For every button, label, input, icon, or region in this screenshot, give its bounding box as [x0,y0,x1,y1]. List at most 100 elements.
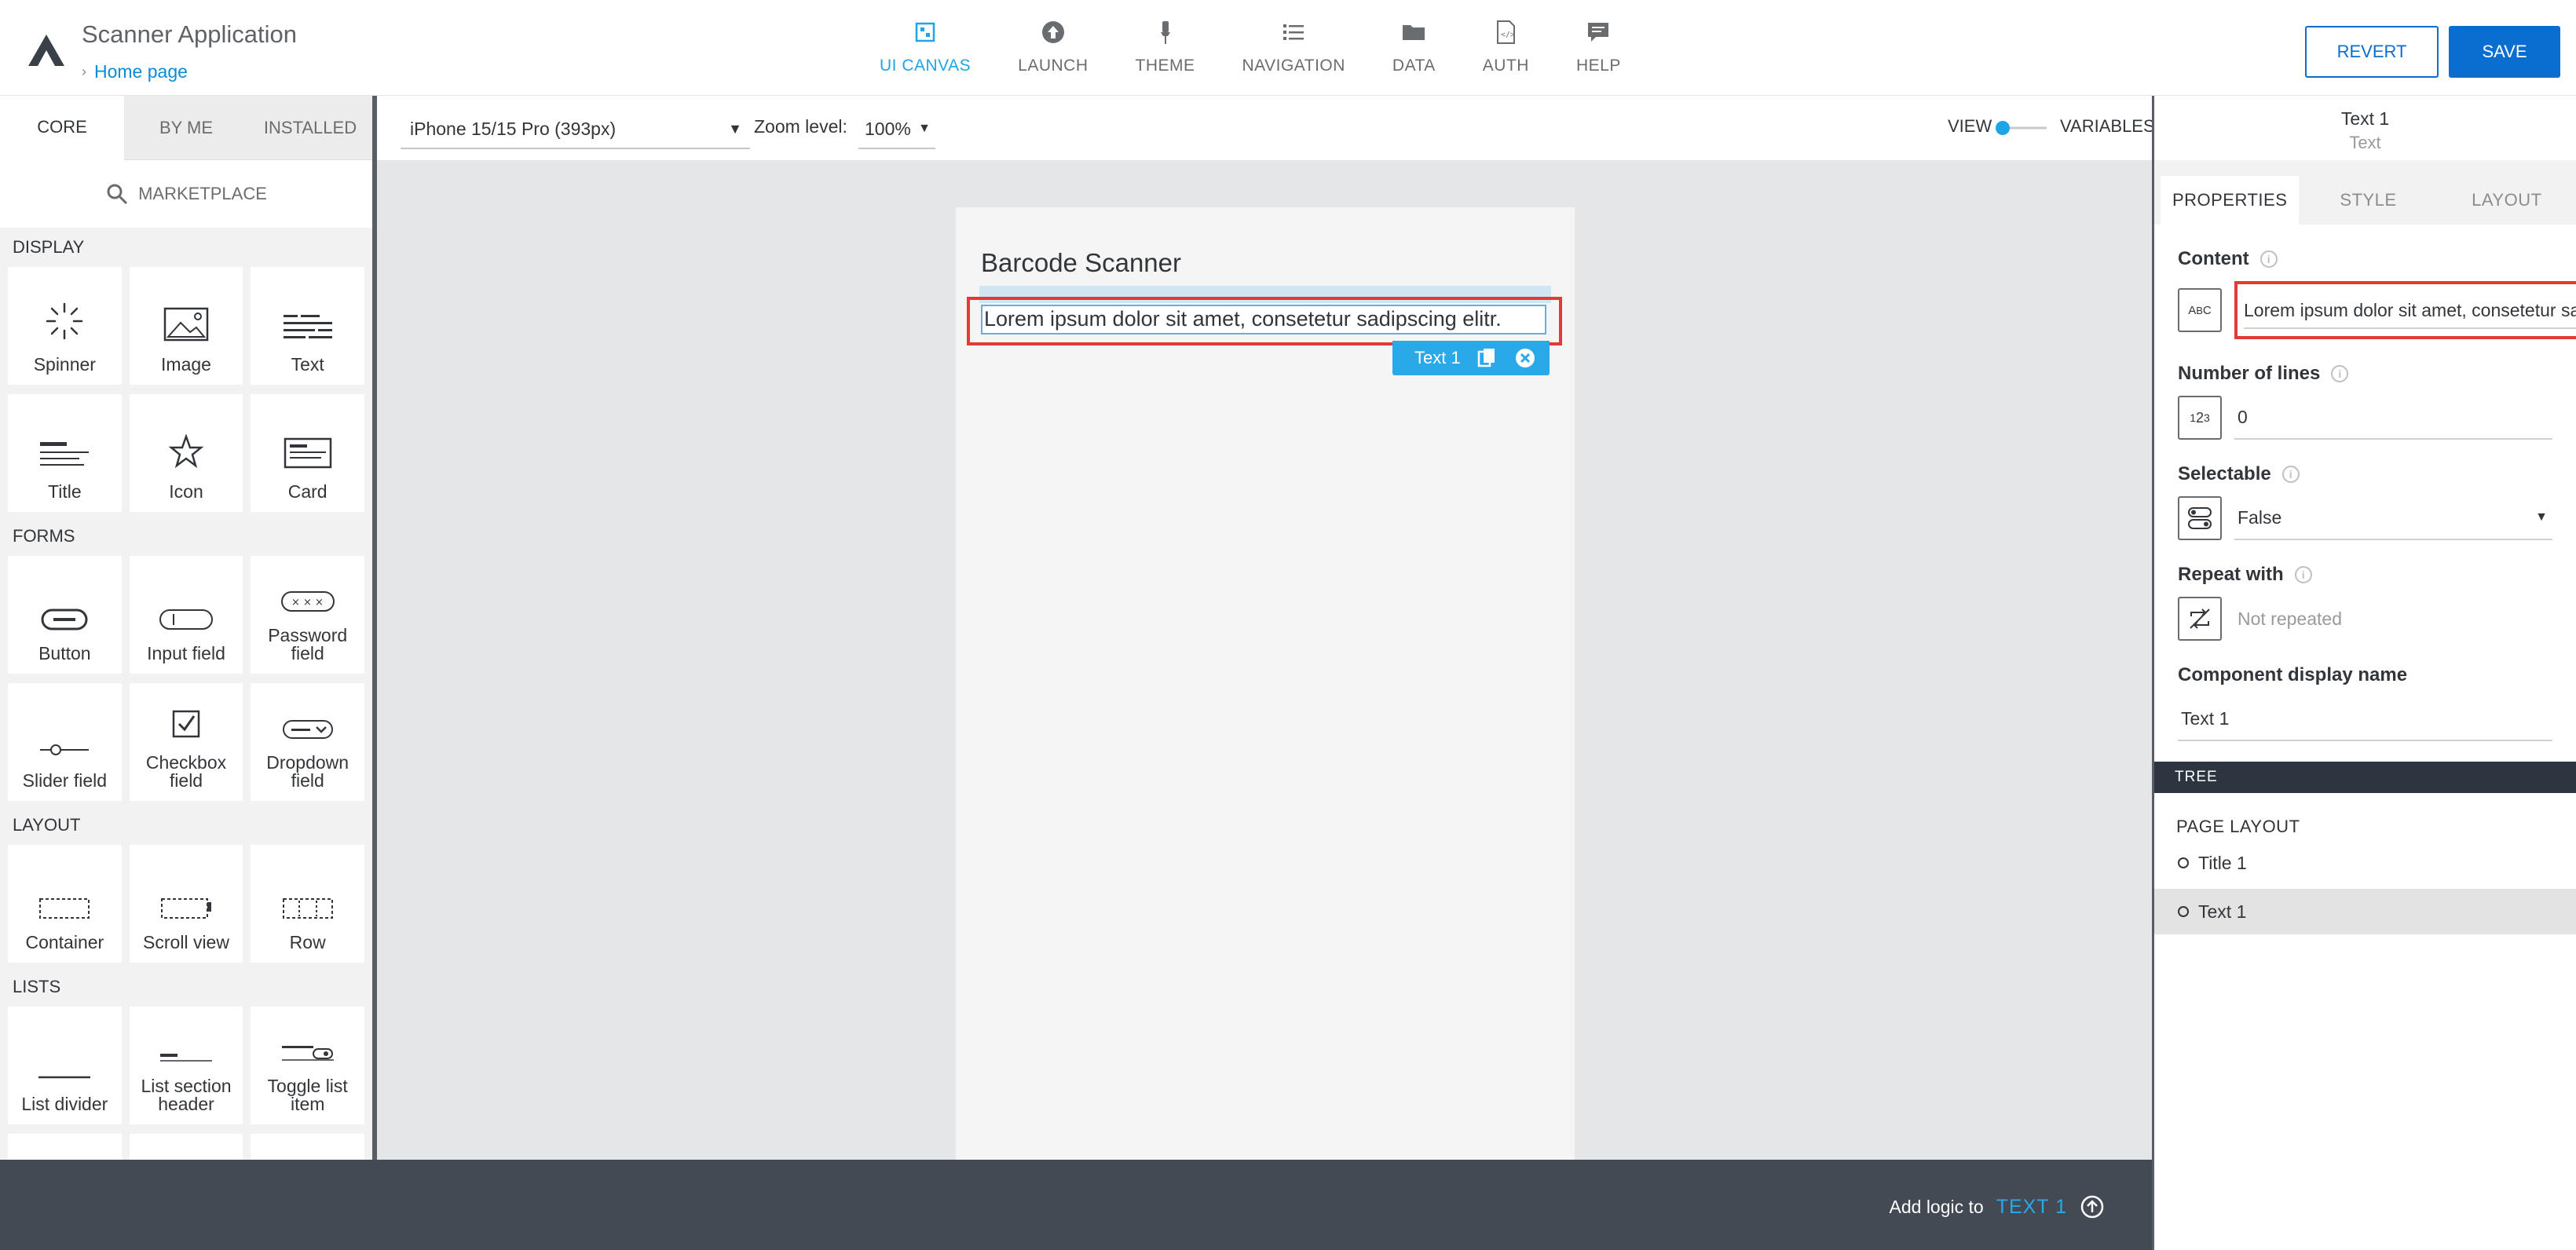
marketplace-label: MARKETPLACE [138,184,267,203]
ui-canvas: Barcode Scanner Lorem ipsum dolor sit am… [377,160,2152,1160]
component-dropdown-field[interactable]: Dropdown field [251,683,365,801]
revert-button[interactable]: REVERT [2305,26,2439,78]
component-card[interactable]: Card [251,394,365,512]
component-image[interactable]: Image [129,267,243,385]
component-more-2[interactable] [129,1134,243,1160]
component-more-1[interactable] [8,1134,122,1160]
info-icon[interactable]: i [2281,466,2300,483]
view-label: VIEW [1948,116,1992,136]
tab-style[interactable]: STYLE [2299,176,2437,225]
selected-component-type: Text [2349,133,2381,152]
tree-item-text-1[interactable]: Text 1 [2154,889,2576,934]
view-variables-toggle[interactable] [1995,120,2048,136]
properties-tabs: PROPERTIES STYLE LAYOUT [2161,176,2576,225]
breadcrumb[interactable]: › Home page [82,61,188,82]
tab-layout[interactable]: LAYOUT [2438,176,2576,225]
tree-item-title-1[interactable]: Title 1 [2154,840,2576,886]
component-input-field[interactable]: Input field [129,556,243,674]
component-toggle-list-item[interactable]: Toggle list item [251,1007,365,1124]
selectable-select[interactable]: False ▼ [2234,496,2552,540]
info-icon[interactable]: i [2259,250,2278,268]
nav-auth[interactable]: </> AUTH [1483,19,1529,75]
component-icon[interactable]: Icon [129,394,243,512]
section-forms: FORMS [13,526,75,546]
duplicate-icon[interactable] [1476,347,1498,369]
nav-navigation[interactable]: NAVIGATION [1242,19,1345,75]
component-checkbox-field[interactable]: Checkbox field [129,683,243,801]
text-lines-icon [283,315,332,338]
repeat-value[interactable]: Not repeated [2234,597,2552,641]
canvas-title-1[interactable]: Barcode Scanner [981,248,1181,278]
tab-core[interactable]: CORE [0,96,124,160]
marketplace-button[interactable]: MARKETPLACE [0,160,372,228]
phone-preview: Barcode Scanner Lorem ipsum dolor sit am… [956,207,1575,1160]
nav-data[interactable]: DATA [1392,19,1436,75]
tab-by-me[interactable]: BY ME [124,96,248,160]
tab-installed[interactable]: INSTALLED [248,96,372,160]
arrow-up-circle-icon [2080,1195,2104,1219]
nav-theme[interactable]: THEME [1136,19,1195,75]
tab-properties[interactable]: PROPERTIES [2161,176,2300,225]
selection-chip-label: Text 1 [1414,348,1461,367]
text-binding-icon[interactable]: ABC [2178,288,2222,332]
component-spinner[interactable]: Spinner [8,267,122,385]
component-button[interactable]: Button [8,556,122,674]
button-shape-icon [41,609,88,630]
properties-panel: Text 1 Text PROPERTIES STYLE LAYOUT Cont… [2152,96,2576,1250]
nav-ui-canvas[interactable]: UI CANVAS [880,19,971,75]
content-input-value: Lorem ipsum dolor sit amet, consetetur s… [2244,291,2576,329]
component-slider-field[interactable]: Slider field [8,683,122,801]
annotation-highlight-box [967,297,1562,345]
star-icon [169,434,203,469]
delete-icon[interactable] [1514,347,1536,369]
nav-help[interactable]: HELP [1576,19,1621,75]
lines-label: Number of lines i [2178,363,2552,385]
lines-input[interactable]: 0 [2234,396,2552,440]
section-lists: LISTS [13,977,61,996]
component-password-field[interactable]: × × × Password field [251,556,365,674]
zoom-label: Zoom level: [754,116,847,137]
title-icon [40,442,90,466]
component-container[interactable]: Container [8,845,122,963]
display-name-input[interactable]: Text 1 [2178,697,2552,741]
navigation-list-icon [1283,24,1304,40]
app-logo-icon[interactable] [27,33,66,68]
component-more-3[interactable] [251,1134,365,1160]
caret-down-icon: ▼ [2535,510,2548,524]
app-title: Scanner Application [82,20,298,48]
svg-text:</>: </> [1501,31,1515,39]
tree-node-dot-icon [2178,906,2189,917]
selectable-label: Selectable i [2178,463,2552,485]
add-logic-prefix: Add logic to [1889,1196,1984,1217]
zoom-value: 100% [865,118,911,139]
palette-tabs: CORE BY ME INSTALLED [0,96,372,160]
repeat-label: Repeat with i [2178,564,2552,586]
add-logic-button[interactable]: Add logic to TEXT 1 [1890,1194,2106,1219]
info-icon[interactable]: i [2294,566,2312,583]
component-scroll-view[interactable]: Scroll view [129,845,243,963]
display-name-label: Component display name [2178,664,2408,685]
toggle-binding-icon[interactable] [2178,496,2222,540]
content-input[interactable]: Lorem ipsum dolor sit amet, consetetur s… [2234,281,2576,339]
component-title[interactable]: Title [8,394,122,512]
canvas-toolbar: iPhone 15/15 Pro (393px) ▼ Zoom level: 1… [377,96,2155,160]
info-icon[interactable]: i [2331,365,2349,382]
row-icon [282,898,333,919]
component-row[interactable]: Row [251,845,365,963]
breadcrumb-page[interactable]: Home page [94,61,188,82]
dropdown-icon [282,720,333,739]
device-select[interactable]: iPhone 15/15 Pro (393px) ▼ [401,110,750,149]
component-text[interactable]: Text [251,267,365,385]
save-button[interactable]: SAVE [2449,26,2560,78]
top-navigation: UI CANVAS LAUNCH THEME NAVIGATION DATA <… [880,19,1668,75]
logic-bar: Add logic to TEXT 1 [0,1160,2152,1250]
repeat-binding-icon[interactable] [2178,597,2222,641]
caret-down-icon: ▼ [918,122,931,135]
number-binding-icon[interactable]: 123 [2178,396,2222,440]
component-list-section-header[interactable]: List section header [129,1007,243,1124]
container-icon [39,898,90,919]
component-list-divider[interactable]: List divider [8,1007,122,1124]
tree-root-page-layout[interactable]: PAGE LAYOUT [2154,793,2576,837]
nav-launch[interactable]: LAUNCH [1018,19,1088,75]
zoom-select[interactable]: 100% ▼ [858,110,935,149]
